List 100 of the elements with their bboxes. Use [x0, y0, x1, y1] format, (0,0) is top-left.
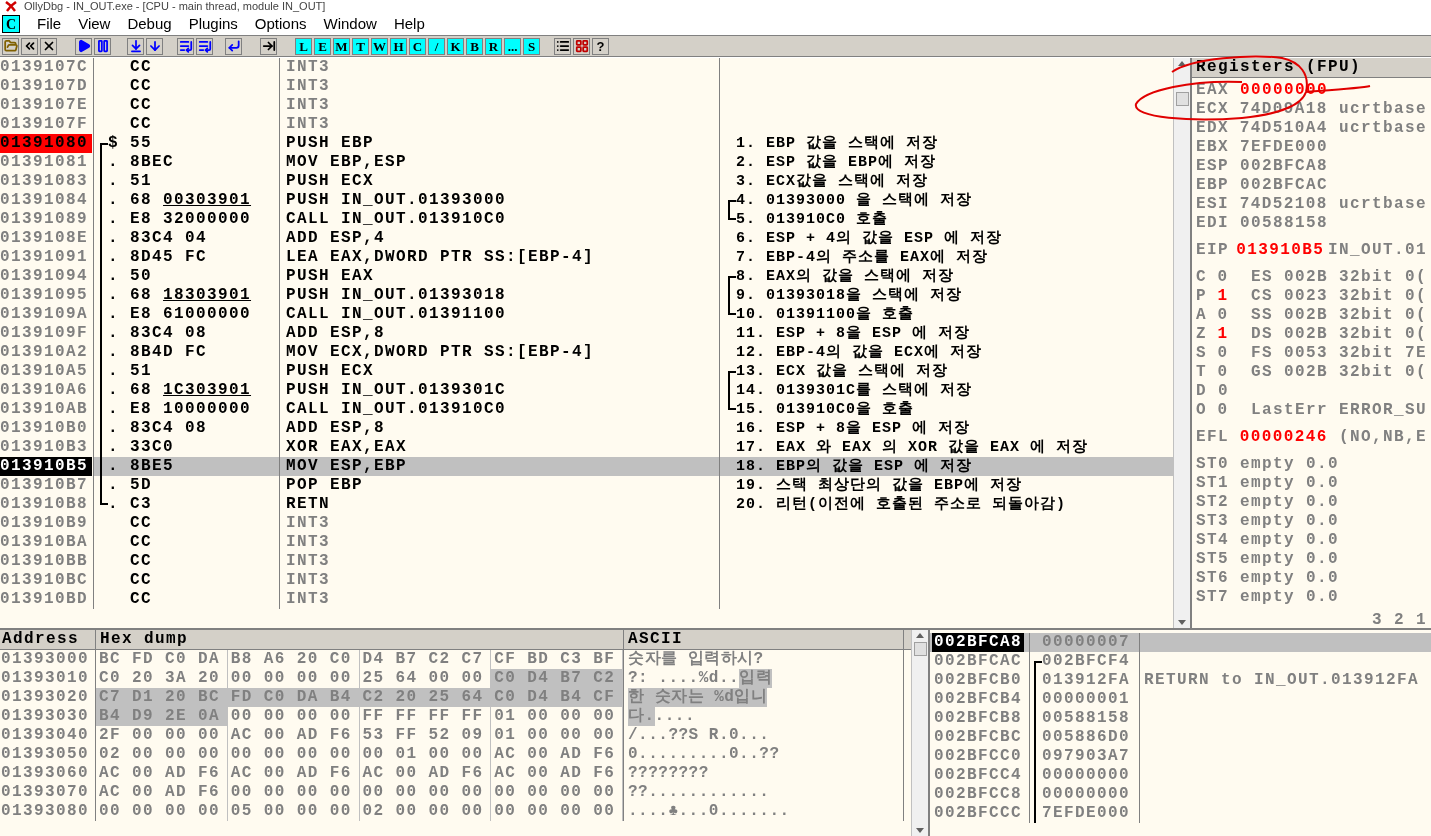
- toolbar-button[interactable]: M: [333, 37, 350, 55]
- toolbar-button[interactable]: [146, 37, 163, 55]
- hex-cell: CC: [130, 77, 152, 96]
- register-value[interactable]: 74D52108: [1239, 195, 1339, 214]
- menu-item[interactable]: Plugins: [180, 12, 246, 36]
- fpu-register-value: empty 0.0: [1240, 455, 1339, 474]
- flag-value: 0: [1217, 401, 1230, 420]
- address-cell-text: 013910B8: [0, 495, 89, 514]
- selected-row[interactable]: 002BFCA8 00000007: [930, 633, 1431, 652]
- folder-icon: [3, 39, 18, 53]
- toolbar-button[interactable]: C: [409, 37, 426, 55]
- toolbar-button[interactable]: /: [428, 37, 445, 55]
- hex-bytes: AC 00 AD F6: [96, 783, 228, 802]
- register-name: EBP: [1196, 176, 1230, 195]
- ascii-text: 0.........0..??: [628, 745, 780, 764]
- marker: .: [108, 153, 119, 171]
- register-name: ESI: [1196, 195, 1230, 214]
- toolbar-button[interactable]: [75, 37, 92, 55]
- toolbar-button[interactable]: K: [447, 37, 464, 55]
- register-value[interactable]: 00588158: [1240, 214, 1340, 233]
- toolbar-button[interactable]: H: [390, 37, 407, 55]
- column-header[interactable]: ASCII: [624, 630, 904, 649]
- instruction: INT3: [286, 533, 330, 551]
- stack-value: 00000007: [1042, 633, 1130, 652]
- fpu-register-name: ST2: [1196, 493, 1230, 512]
- toolbar-button[interactable]: [554, 37, 571, 55]
- instruction: ADD ESP,8: [286, 419, 385, 437]
- toolbar-button[interactable]: ...: [504, 37, 521, 55]
- hex-bytes: C2 20 25 64: [359, 688, 492, 707]
- address-cell: 01393060: [0, 764, 96, 783]
- stack-value: 00000001: [1042, 690, 1130, 709]
- hex-cell: 83C4 04: [130, 229, 207, 248]
- scroll-thumb[interactable]: [1175, 92, 1189, 106]
- register-value[interactable]: 00000246: [1239, 428, 1339, 447]
- marker: .: [108, 210, 119, 228]
- column-header[interactable]: Hex dump: [96, 630, 624, 649]
- toolbar-button[interactable]: [177, 37, 194, 55]
- register-value[interactable]: 74D510A4: [1239, 119, 1339, 138]
- marker: .: [108, 362, 119, 380]
- comment: 16. ESP + 8을 ESP 에 저장: [736, 419, 971, 438]
- menu-item[interactable]: View: [70, 12, 119, 36]
- hex-bytes: 00 00 00 00: [96, 802, 228, 821]
- help-button[interactable]: ?: [592, 37, 609, 55]
- toolbar-button[interactable]: [225, 37, 242, 55]
- instruction: PUSH EBP: [286, 134, 374, 152]
- selected-row[interactable]: . 8BE5 MOV ESP,EBP 18. EBP의 값을 ESP 에 저장: [94, 457, 1173, 476]
- toolbar-button[interactable]: [196, 37, 213, 55]
- menu-item[interactable]: Debug: [119, 12, 180, 36]
- scrollbar[interactable]: [1173, 58, 1190, 628]
- menu-item[interactable]: Options: [246, 12, 315, 36]
- menu-item[interactable]: File: [29, 12, 70, 36]
- flag-name: A: [1196, 306, 1208, 325]
- register-value[interactable]: 013910B5: [1236, 241, 1328, 260]
- toolbar-button[interactable]: B: [466, 37, 483, 55]
- comment: 11. ESP + 8을 ESP 에 저장: [736, 324, 971, 343]
- goto-icon: [261, 39, 276, 53]
- marker: .: [108, 191, 119, 209]
- instruction: PUSH IN_OUT.01393000: [286, 191, 507, 209]
- scroll-thumb[interactable]: [913, 642, 927, 656]
- hex-bytes: 2F 00 00 00: [96, 726, 228, 745]
- register-value[interactable]: 002BFCAC: [1240, 176, 1340, 195]
- toolbar-button[interactable]: R: [485, 37, 502, 55]
- scroll-down-icon: [1178, 620, 1186, 625]
- flag-name: D: [1196, 382, 1208, 401]
- toolbar-button[interactable]: [40, 37, 57, 55]
- toolbar-button[interactable]: [94, 37, 111, 55]
- hex-bytes: D4 B7 C2 C7: [359, 650, 492, 669]
- scrollbar[interactable]: [911, 630, 928, 836]
- flag-name: P: [1196, 287, 1208, 306]
- toolbar-button[interactable]: E: [314, 37, 331, 55]
- toolbar-button[interactable]: [127, 37, 144, 55]
- toolbar-button[interactable]: W: [371, 37, 388, 55]
- fpu-register-value: empty 0.0: [1240, 588, 1339, 607]
- comment: 9. 01393018을 스택에 저장: [736, 286, 963, 305]
- comment: 18. EBP의 값을 ESP 에 저장: [736, 457, 973, 476]
- toolbar-button[interactable]: T: [352, 37, 369, 55]
- marker: .: [108, 248, 119, 266]
- toolbar-button[interactable]: L: [295, 37, 312, 55]
- menu-item[interactable]: Window: [315, 12, 385, 36]
- toolbar-button[interactable]: [260, 37, 277, 55]
- flag-value: 1: [1217, 325, 1230, 344]
- instruction: MOV ECX,DWORD PTR SS:[EBP-4]: [286, 343, 595, 361]
- fpu-register-value: empty 0.0: [1240, 550, 1339, 569]
- hex-cell: 8D45 FC: [130, 248, 207, 267]
- address-cell: 01391080: [0, 134, 92, 153]
- comment: 10. 01391100을 호출: [736, 305, 915, 324]
- comment: 19. 스택 최상단의 값을 EBP에 저장: [736, 476, 1023, 495]
- list-icon: [555, 39, 570, 53]
- toolbar-button[interactable]: [21, 37, 38, 55]
- register-value[interactable]: 002BFCA8: [1240, 157, 1340, 176]
- fpu-register-value: empty 0.0: [1240, 569, 1339, 588]
- hex-cell: CC: [130, 533, 152, 552]
- address-cell-text: 013910A5: [0, 362, 89, 381]
- comment: 6. ESP + 4의 값을 ESP 에 저장: [736, 229, 1003, 248]
- toolbar-button[interactable]: S: [523, 37, 540, 55]
- register-value[interactable]: 7EFDE000: [1240, 138, 1340, 157]
- address-cell-text: 0139108E: [0, 229, 89, 248]
- menu-item[interactable]: Help: [385, 12, 433, 36]
- column-header[interactable]: Address: [0, 630, 96, 649]
- marker: .: [108, 457, 119, 475]
